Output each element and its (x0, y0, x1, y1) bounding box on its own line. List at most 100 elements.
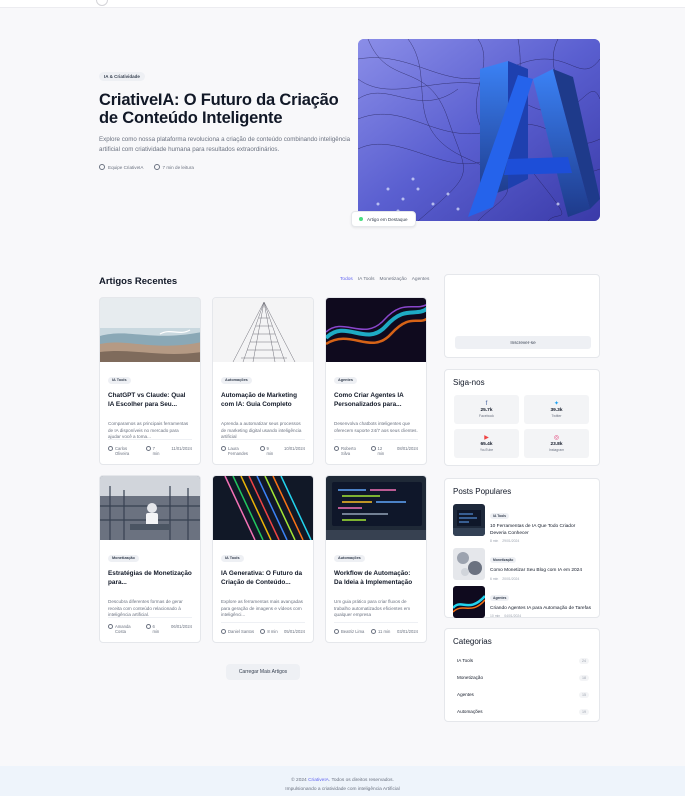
article-thumbnail (326, 476, 426, 540)
article-author: Laura Fernandes (228, 446, 249, 456)
footer-tagline: Impulsionando a criatividade com intelig… (285, 787, 400, 792)
article-excerpt: Desenvolva chatbots inteligentes que ofe… (334, 421, 418, 433)
categories-title: Categorias (453, 637, 492, 646)
article-meta: Laura Fernandes 9 min 10/01/2024 (221, 439, 305, 456)
recent-articles-title: Artigos Recentes (99, 276, 178, 287)
filter-all[interactable]: Todos (340, 277, 353, 282)
social-network: YouTube (479, 448, 494, 452)
social-box: Siga-nos f 25.7k Facebook ✦ 39.3k Twitte… (444, 369, 600, 466)
popular-posts-box: Posts Populares IA Tools 10 Ferramentas … (444, 478, 600, 618)
article-time: 8 min (267, 629, 278, 634)
category-name: Automações (457, 709, 483, 714)
article-author: Beatriz Lima (341, 629, 365, 634)
post-time: 10 min (490, 614, 501, 619)
category-count: 19 (579, 708, 589, 715)
article-thumbnail (326, 298, 426, 362)
article-title[interactable]: Workflow de Automação: Da Ideia à Implem… (334, 570, 418, 596)
article-date: 08/01/2024 (397, 446, 418, 451)
article-thumbnail (213, 476, 313, 540)
article-card[interactable]: Automações Automação de Marketing com IA… (212, 297, 314, 465)
post-thumbnail (453, 585, 485, 618)
article-title[interactable]: Estratégias de Monetização para... (108, 570, 192, 596)
article-tag[interactable]: IA Tools (221, 554, 244, 562)
logo-icon[interactable] (96, 0, 108, 6)
category-item[interactable]: IA Tools 24 (445, 652, 599, 669)
category-item[interactable]: Agentes 15 (445, 686, 599, 703)
article-time: 6 min (152, 624, 160, 634)
social-instagram[interactable]: ◎ 23.8k Instagram (524, 429, 589, 458)
clock-icon (371, 629, 377, 634)
article-title[interactable]: Como Criar Agentes IA Personalizados par… (334, 392, 418, 418)
instagram-icon: ◎ (553, 435, 560, 441)
social-youtube[interactable]: ▶ 65.4k YouTube (454, 429, 519, 458)
article-title[interactable]: Automação de Marketing com IA: Guia Comp… (221, 392, 305, 418)
article-excerpt: Aprenda a automatizar seus processos de … (221, 421, 302, 440)
social-count: 23.8k (550, 442, 563, 447)
popular-post[interactable]: Agentes Criando Agentes IA para Automaçã… (445, 585, 599, 619)
article-tag[interactable]: Monetização (108, 554, 139, 562)
article-author: Roberto Silva (341, 446, 356, 456)
footer-copyright: © 2024 CriativeIA. Todos os direitos res… (0, 776, 685, 785)
article-card[interactable]: Monetização Estratégias de Monetização p… (99, 475, 201, 643)
article-meta: Daniel Santos 8 min 05/01/2024 (221, 622, 305, 634)
clock-icon (370, 446, 376, 451)
featured-badge: Artigo em Destaque (351, 211, 416, 227)
clock-icon (145, 624, 151, 629)
article-tag[interactable]: Automações (334, 554, 365, 562)
article-tag[interactable]: Automações (221, 376, 252, 384)
social-twitter[interactable]: ✦ 39.3k Twitter (524, 395, 589, 424)
popular-post[interactable]: IA Tools 10 Ferramentas de IA Que Todo C… (445, 504, 599, 543)
social-count: 65.4k (480, 442, 493, 447)
post-title[interactable]: Como Monetizar Seu Blog com IA em 2024 (490, 568, 591, 575)
post-date: 04/01/2024 (504, 614, 522, 619)
article-time: 12 min (377, 446, 385, 456)
post-tag: IA Tools (490, 513, 509, 519)
article-excerpt: Comparamos as principais ferramentas de … (108, 421, 189, 440)
category-count: 24 (579, 657, 589, 664)
hero-meta: Equipe CriativeIA 7 min de leitura (99, 164, 349, 170)
article-author: Carlos Oliveira (115, 446, 130, 456)
load-more-button[interactable]: Carregar Mais Artigos (226, 664, 300, 680)
article-date: 11/01/2024 (171, 446, 192, 451)
article-author: Amanda Costa (115, 624, 131, 634)
subscribe-button[interactable]: Inscrever-se (455, 336, 591, 349)
article-title[interactable]: IA Generativa: O Futuro da Criação de Co… (221, 570, 305, 596)
post-thumbnail (453, 504, 485, 536)
article-time: 9 min (266, 446, 274, 456)
hero-author: Equipe CriativeIA (108, 164, 144, 170)
article-card[interactable]: IA Tools IA Generativa: O Futuro da Cria… (212, 475, 314, 643)
user-icon (108, 624, 113, 629)
hero-image[interactable] (358, 39, 600, 221)
post-title[interactable]: 10 Ferramentas de IA Que Todo Criador De… (490, 524, 591, 537)
clock-icon (260, 629, 266, 634)
user-icon (221, 629, 226, 634)
social-network: Facebook (479, 414, 494, 418)
featured-label: Artigo em Destaque (367, 216, 408, 222)
category-count: 15 (579, 691, 589, 698)
user-icon (221, 446, 226, 451)
social-facebook[interactable]: f 25.7k Facebook (454, 395, 519, 424)
popular-post[interactable]: Monetização Como Monetizar Seu Blog com … (445, 548, 599, 581)
article-card[interactable]: Agentes Como Criar Agentes IA Personaliz… (325, 297, 427, 465)
category-item[interactable]: Automações 19 (445, 703, 599, 720)
article-time: 11 min (378, 629, 391, 634)
social-count: 39.3k (550, 408, 563, 413)
article-card[interactable]: IA Tools ChatGPT vs Claude: Qual IA Esco… (99, 297, 201, 465)
article-tag[interactable]: IA Tools (108, 376, 131, 384)
article-card[interactable]: Automações Workflow de Automação: Da Ide… (325, 475, 427, 643)
hero-badge: IA & Criatividade (99, 72, 145, 81)
filter-monetizacao[interactable]: Monetização (380, 277, 407, 282)
footer: © 2024 CriativeIA. Todos os direitos res… (0, 766, 685, 796)
article-tag[interactable]: Agentes (334, 376, 357, 384)
post-tag: Agentes (490, 594, 510, 601)
footer-brand[interactable]: CriativeIA (308, 778, 329, 783)
filter-ia-tools[interactable]: IA Tools (358, 277, 375, 282)
post-title[interactable]: Criando Agentes IA para Automação de Tar… (490, 606, 591, 613)
article-title[interactable]: ChatGPT vs Claude: Qual IA Escolher para… (108, 392, 192, 418)
facebook-icon: f (485, 401, 488, 407)
article-excerpt: Explore as ferramentas mais avançadas pa… (221, 599, 303, 618)
filter-agentes[interactable]: Agentes (412, 277, 430, 282)
post-date: 29/01/2024 (502, 539, 520, 544)
hero-title[interactable]: CriativeIA: O Futuro da Criação de Conte… (99, 91, 349, 127)
category-item[interactable]: Monetização 18 (445, 669, 599, 686)
